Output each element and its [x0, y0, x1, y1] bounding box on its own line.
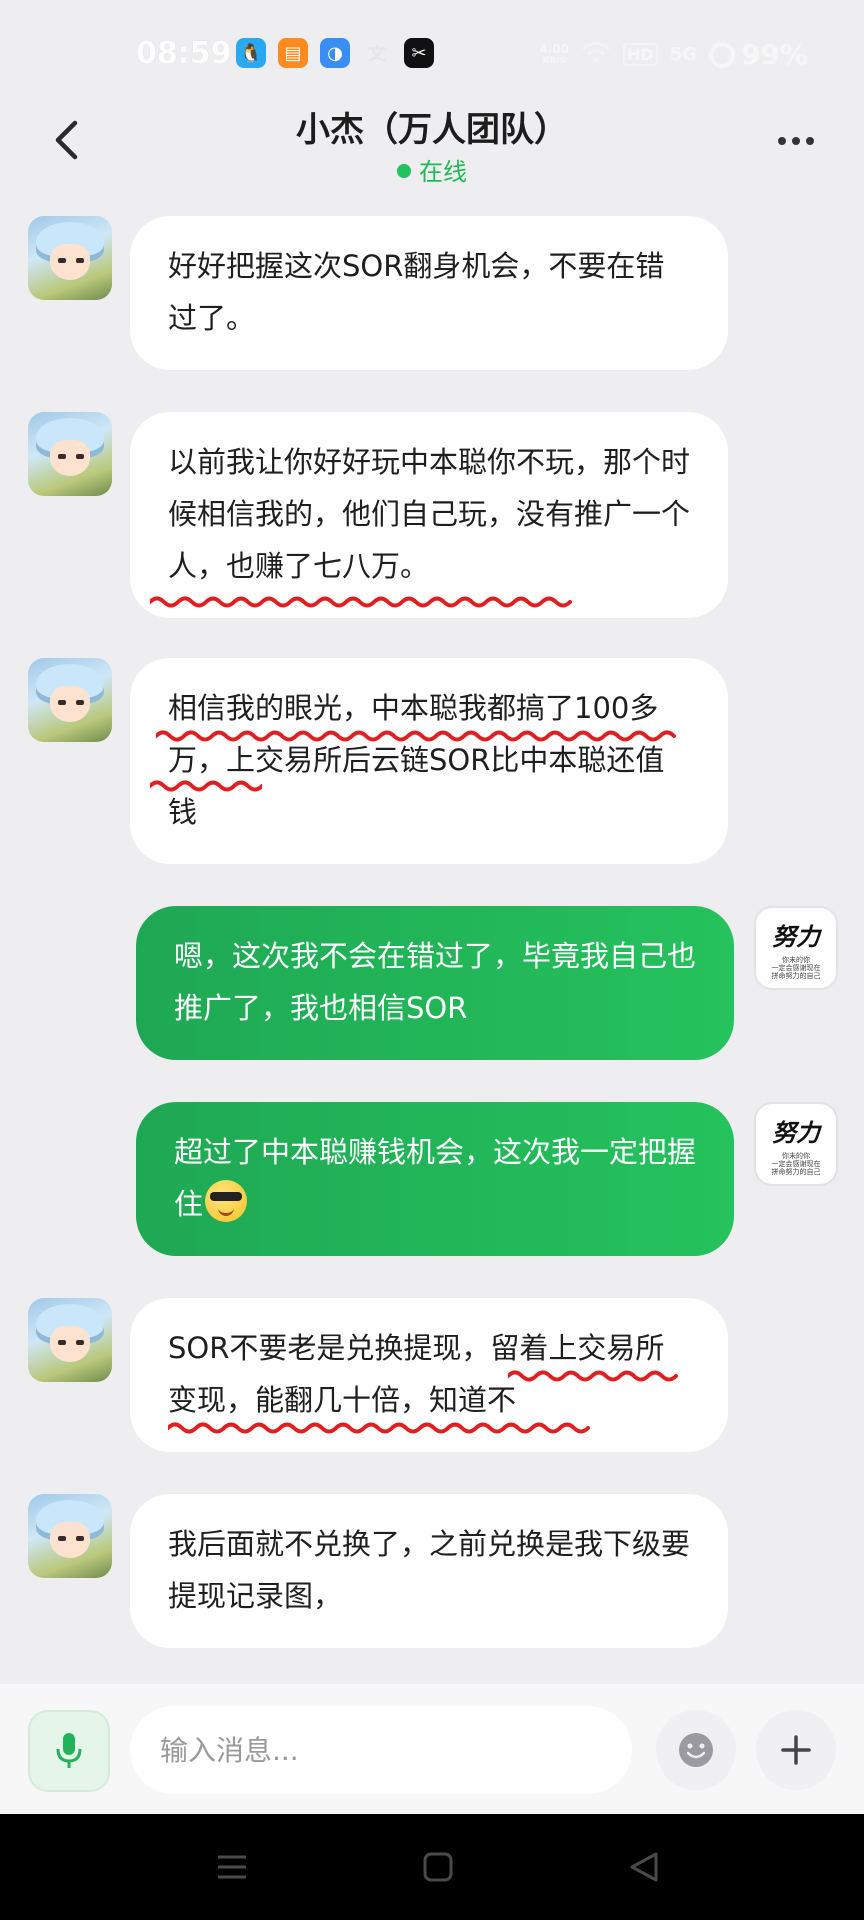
- online-dot-icon: [397, 164, 411, 178]
- calendar-app-icon: ▤: [278, 38, 308, 68]
- translate-app-icon: 文: [368, 44, 386, 65]
- net-speed-value: 4.00: [539, 41, 569, 56]
- net-speed: 4.00 KB/S: [539, 43, 569, 67]
- hamburger-icon: [218, 1855, 246, 1879]
- planet-app-icon: ◑: [320, 38, 350, 68]
- penguin-icon: 🐧: [236, 38, 266, 68]
- self-avatar-title: 努力: [772, 921, 820, 951]
- self-avatar[interactable]: 努力 你未的你 一定会感谢现在 拼命努力的自己: [754, 1102, 838, 1186]
- more-dot-icon: [792, 137, 800, 145]
- notification-dot-icon: •: [450, 42, 462, 64]
- microphone-icon: [56, 1733, 82, 1768]
- more-dot-icon: [778, 137, 786, 145]
- more-options-button[interactable]: [772, 126, 820, 156]
- message-text: 好好把握这次SOR翻身机会，不要在错过了。: [168, 249, 665, 335]
- voice-input-button[interactable]: [28, 1710, 110, 1792]
- battery-icon: [708, 41, 735, 68]
- status-app-icons: 🐧 ▤ ◑ 文 ✂ •: [236, 38, 466, 68]
- self-avatar-caption: 你未的你 一定会感谢现在 拼命努力的自己: [772, 956, 821, 980]
- battery-indicator: 99%: [708, 38, 808, 71]
- self-avatar-caption-line: 拼命努力的自己: [771, 971, 821, 980]
- message-bubble-incoming[interactable]: 好好把握这次SOR翻身机会，不要在错过了。: [130, 216, 728, 370]
- message-bubble-outgoing[interactable]: 超过了中本聪赚钱机会，这次我一定把握住: [136, 1102, 734, 1256]
- message-bubble-incoming[interactable]: 我后面就不兑换了，之前兑换是我下级要提现记录图，: [130, 1494, 728, 1648]
- status-bar: 08:59 🐧 ▤ ◑ 文 ✂ • 4.00 KB/S HD 5G 99%: [0, 0, 864, 110]
- message-text: 嗯，这次我不会在错过了，毕竟我自己也推广了，我也相信SOR: [174, 939, 697, 1025]
- emoji-button[interactable]: [656, 1710, 736, 1790]
- wifi-icon: [581, 40, 611, 70]
- home-square-icon: [423, 1852, 453, 1882]
- message-bubble-outgoing[interactable]: 嗯，这次我不会在错过了，毕竟我自己也推广了，我也相信SOR: [136, 906, 734, 1060]
- self-avatar-caption-line: 一定会感谢现在: [771, 963, 821, 972]
- message-text: 以前我让你好好玩中本聪你不玩，那个时候相信我的，他们自己玩，没有推广一个人，也赚…: [168, 445, 691, 583]
- self-avatar-caption: 你未的你 一定会感谢现在 拼命努力的自己: [772, 1152, 821, 1176]
- smiley-icon: [679, 1733, 713, 1767]
- message-text: SOR不要老是兑换提现，留着上交易所变现，能翻几十倍，知道不: [168, 1331, 665, 1417]
- status-time: 08:59: [136, 36, 232, 71]
- chat-header: 小杰（万人团队） 在线: [0, 96, 864, 196]
- message-input[interactable]: [130, 1706, 632, 1794]
- contact-avatar[interactable]: [28, 412, 112, 496]
- self-avatar[interactable]: 努力 你未的你 一定会感谢现在 拼命努力的自己: [754, 906, 838, 990]
- sunglasses-emoji-icon: [205, 1180, 248, 1222]
- online-status: 在线: [0, 152, 864, 187]
- plus-icon: [781, 1735, 811, 1765]
- self-avatar-caption-line: 一定会感谢现在: [771, 1159, 821, 1168]
- self-avatar-caption-line: 你未的你: [782, 955, 810, 964]
- self-avatar-title: 努力: [772, 1117, 820, 1147]
- contact-avatar[interactable]: [28, 1494, 112, 1578]
- contact-avatar[interactable]: [28, 1298, 112, 1382]
- message-text: 我后面就不兑换了，之前兑换是我下级要提现记录图，: [168, 1527, 691, 1613]
- signal-label: 5G: [669, 44, 697, 65]
- self-avatar-caption-line: 拼命努力的自己: [771, 1167, 821, 1176]
- hd-badge: HD: [622, 43, 658, 66]
- battery-level: 99%: [740, 38, 808, 71]
- message-input-bar: [0, 1684, 864, 1814]
- self-avatar-caption-line: 你未的你: [782, 1151, 810, 1160]
- online-status-label: 在线: [419, 158, 467, 186]
- nav-back-button[interactable]: [614, 1844, 674, 1890]
- nav-home-button[interactable]: [408, 1844, 468, 1890]
- chat-title: 小杰（万人团队）: [296, 110, 568, 150]
- capcut-icon: ✂: [404, 38, 434, 68]
- message-bubble-incoming[interactable]: 以前我让你好好玩中本聪你不玩，那个时候相信我的，他们自己玩，没有推广一个人，也赚…: [130, 412, 728, 618]
- more-dot-icon: [806, 137, 814, 145]
- nav-menu-button[interactable]: [202, 1844, 262, 1890]
- net-speed-unit: KB/S: [542, 55, 566, 66]
- back-triangle-icon: [630, 1852, 658, 1882]
- attach-plus-button[interactable]: [756, 1710, 836, 1790]
- message-bubble-incoming[interactable]: 相信我的眼光，中本聪我都搞了100多万，上交易所后云链SOR比中本聪还值钱: [130, 658, 728, 864]
- status-indicators: 4.00 KB/S HD 5G 99%: [539, 38, 808, 71]
- message-text: 超过了中本聪赚钱机会，这次我一定把握住: [174, 1135, 697, 1221]
- system-nav-bar: [0, 1814, 864, 1920]
- contact-avatar[interactable]: [28, 216, 112, 300]
- message-text: 相信我的眼光，中本聪我都搞了100多万，上交易所后云链SOR比中本聪还值钱: [168, 691, 665, 829]
- contact-avatar[interactable]: [28, 658, 112, 742]
- message-bubble-incoming[interactable]: SOR不要老是兑换提现，留着上交易所变现，能翻几十倍，知道不: [130, 1298, 728, 1452]
